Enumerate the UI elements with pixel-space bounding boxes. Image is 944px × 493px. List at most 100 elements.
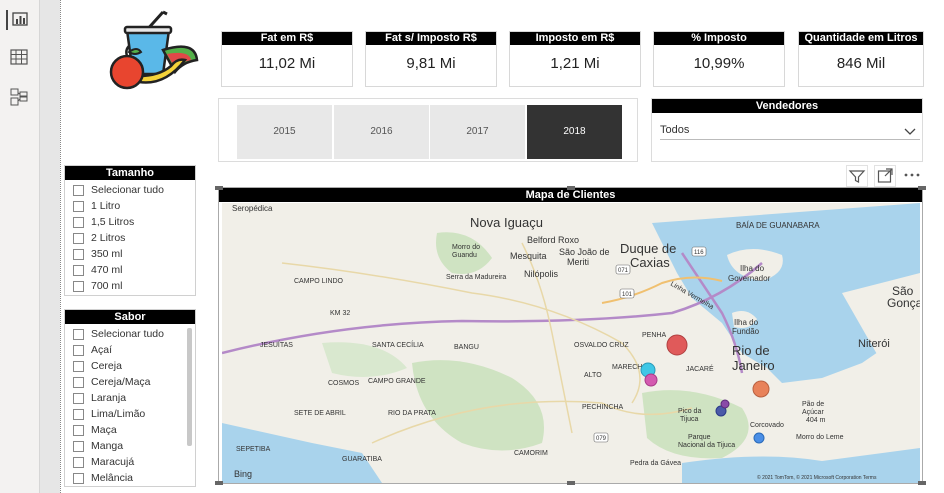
kpi-title: % Imposto <box>654 32 784 45</box>
svg-text:071: 071 <box>618 268 629 274</box>
checkbox[interactable] <box>73 440 84 452</box>
year-tile-2018[interactable]: 2018 <box>527 105 622 159</box>
option-label: Açaí <box>91 344 113 356</box>
map-label: Nacional da Tijuca <box>678 442 735 449</box>
bar-chart-icon[interactable] <box>6 10 32 30</box>
customer-bubble[interactable] <box>644 373 658 387</box>
resize-handle[interactable] <box>215 186 223 190</box>
sabor-scrollbar[interactable] <box>187 328 192 446</box>
sabor-option[interactable]: Maça <box>65 422 195 438</box>
table-icon[interactable] <box>10 48 30 68</box>
kpi-title: Imposto em R$ <box>510 32 640 45</box>
kpi-title: Fat s/ Imposto R$ <box>366 32 496 45</box>
map-label: Pedra da Gávea <box>630 460 681 467</box>
checkbox[interactable] <box>73 392 84 404</box>
tamanho-option[interactable]: 470 ml <box>65 262 195 278</box>
sabor-option[interactable]: Açaí <box>65 342 195 358</box>
map-label: Belford Roxo <box>527 235 579 245</box>
svg-text:079: 079 <box>596 436 607 442</box>
option-label: 2 Litros <box>91 232 126 244</box>
checkbox[interactable] <box>73 184 84 196</box>
visual-header-toolbar <box>846 165 926 187</box>
focus-mode-icon[interactable] <box>874 165 896 187</box>
map-label: Serra da Madureira <box>446 274 506 281</box>
kpi-card-fat: Fat em R$ 11,02 Mi <box>221 31 353 87</box>
map-canvas[interactable]: Seropédica Nova Iguaçu Belford Roxo São … <box>222 203 920 483</box>
sabor-option[interactable]: Lima/Limão <box>65 406 195 422</box>
tamanho-option[interactable]: Selecionar tudo <box>65 182 195 198</box>
vendedores-dropdown[interactable]: Todos <box>660 120 920 140</box>
resize-handle[interactable] <box>567 186 575 190</box>
filter-icon[interactable] <box>846 165 868 187</box>
map-label: SANTA CECÍLIA <box>372 340 424 349</box>
kpi-title: Quantidade em Litros <box>799 32 923 45</box>
map-label: Parque <box>688 434 711 441</box>
checkbox[interactable] <box>73 264 84 276</box>
resize-handle[interactable] <box>918 481 926 485</box>
year-tile-2015[interactable]: 2015 <box>237 105 332 159</box>
map-label: Tijuca <box>680 416 699 423</box>
tamanho-option[interactable]: 1,5 Litros <box>65 214 195 230</box>
kpi-value: 846 Mil <box>836 55 886 72</box>
sabor-option[interactable]: Selecionar tudo <box>65 326 195 342</box>
customer-bubble[interactable] <box>752 380 770 398</box>
year-tile-2016[interactable]: 2016 <box>334 105 429 159</box>
tamanho-option[interactable]: 350 ml <box>65 246 195 262</box>
map-label: CAMPO GRANDE <box>368 378 426 385</box>
sabor-option[interactable]: Maracujá <box>65 454 195 470</box>
checkbox[interactable] <box>73 376 84 388</box>
map-label: JACARÉ <box>686 364 714 373</box>
route-shield: 079 <box>593 432 609 443</box>
option-label: Selecionar tudo <box>91 184 164 196</box>
sabor-option[interactable]: Cereja/Maça <box>65 374 195 390</box>
resize-handle[interactable] <box>215 481 223 485</box>
checkbox[interactable] <box>73 328 84 340</box>
sabor-slicer: Sabor Selecionar tudo Açaí Cereja Cereja… <box>64 309 196 487</box>
checkbox[interactable] <box>73 248 84 260</box>
checkbox[interactable] <box>73 280 84 292</box>
checkbox[interactable] <box>73 360 84 372</box>
sabor-title: Sabor <box>65 310 195 324</box>
option-label: 1,5 Litros <box>91 216 135 228</box>
map-label: RIO DA PRATA <box>388 410 436 417</box>
tamanho-option[interactable]: 700 ml <box>65 278 195 294</box>
map-label: Ilha do <box>734 318 759 327</box>
map-label: Pico da <box>678 408 701 415</box>
sabor-option[interactable]: Melância <box>65 470 195 486</box>
customer-bubble[interactable] <box>720 399 730 409</box>
checkbox[interactable] <box>73 200 84 212</box>
checkbox[interactable] <box>73 424 84 436</box>
map-label: Niterói <box>858 338 890 350</box>
svg-text:101: 101 <box>622 292 633 298</box>
model-icon[interactable] <box>10 88 30 108</box>
year-tile-2017[interactable]: 2017 <box>430 105 525 159</box>
kpi-value: 1,21 Mi <box>550 55 600 72</box>
map-label: Açúcar <box>802 409 824 416</box>
map-label: CAMORIM <box>514 450 548 457</box>
vendedores-value: Todos <box>660 124 690 136</box>
checkbox[interactable] <box>73 216 84 228</box>
checkbox[interactable] <box>73 344 84 356</box>
checkbox[interactable] <box>73 456 84 468</box>
checkbox[interactable] <box>73 472 84 484</box>
tamanho-option[interactable]: 2 Litros <box>65 230 195 246</box>
resize-handle[interactable] <box>918 186 926 190</box>
map-label: Seropédica <box>232 204 273 213</box>
map-label: Morro do <box>452 244 480 251</box>
tamanho-option[interactable]: 1 Litro <box>65 198 195 214</box>
more-options-icon[interactable] <box>902 165 924 187</box>
option-label: 350 ml <box>91 248 123 260</box>
checkbox[interactable] <box>73 408 84 420</box>
svg-text:116: 116 <box>694 250 704 256</box>
customer-bubble[interactable] <box>666 334 688 356</box>
map-label: SETE DE ABRIL <box>294 410 346 417</box>
map-label: CAMPO LINDO <box>294 278 344 285</box>
customer-bubble[interactable] <box>753 432 765 444</box>
map-label: ALTO <box>584 372 602 379</box>
sabor-option[interactable]: Laranja <box>65 390 195 406</box>
sabor-option[interactable]: Manga <box>65 438 195 454</box>
sabor-option[interactable]: Cereja <box>65 358 195 374</box>
map-label: PENHA <box>642 332 666 339</box>
checkbox[interactable] <box>73 232 84 244</box>
resize-handle[interactable] <box>567 481 575 485</box>
